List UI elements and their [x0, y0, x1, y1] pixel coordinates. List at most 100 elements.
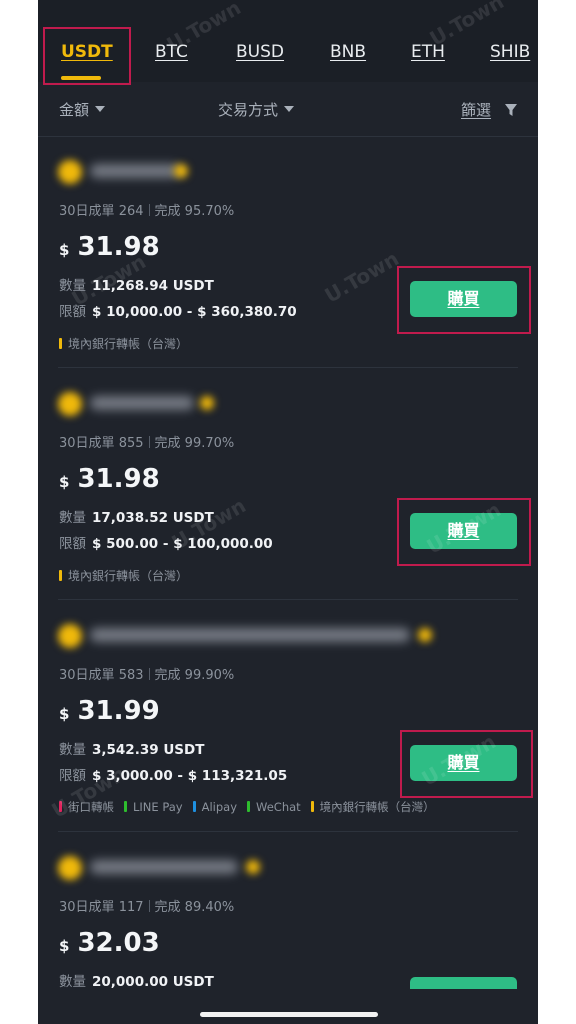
payment-method-label: 境內銀行轉帳（台灣）	[319, 800, 435, 814]
limit-value: $ 500.00 - $ 100,000.00	[92, 536, 273, 552]
merchant-avatar	[58, 160, 82, 184]
filter-button[interactable]: 篩選	[461, 99, 491, 120]
orders-label: 30日成單	[59, 204, 115, 219]
payment-method: WeChat	[247, 800, 301, 814]
offer-card: 30日成單 117 完成 89.40% $32.03 數量 20,000.00 US…	[38, 832, 538, 1024]
payment-method-label: LINE Pay	[133, 800, 183, 814]
price-value: 32.03	[77, 928, 160, 958]
limit-label: 限額	[59, 536, 86, 552]
payment-method-label: 街口轉帳	[68, 800, 114, 814]
verified-badge-icon	[418, 628, 432, 642]
caret-down-icon	[284, 106, 295, 112]
tab-shib[interactable]: SHIB	[490, 42, 530, 62]
stats-divider	[148, 436, 150, 448]
limit-value: $ 3,000.00 - $ 113,321.05	[92, 768, 288, 784]
merchant-avatar	[58, 624, 82, 648]
quantity-row: 數量 3,542.39 USDT	[59, 738, 204, 758]
limit-row: 限額 $ 500.00 - $ 100,000.00	[59, 532, 273, 552]
payment-color-bar	[124, 801, 127, 812]
quantity-value: 20,000.00 USDT	[92, 974, 214, 990]
orders-label: 30日成單	[59, 436, 115, 451]
completion-label: 完成	[154, 436, 181, 451]
payment-method-filter-label: 交易方式	[218, 101, 279, 119]
merchant-name-blurred	[90, 860, 238, 874]
highlight-box-buy	[397, 498, 531, 566]
payment-method-label: WeChat	[256, 800, 301, 814]
highlight-box-buy	[397, 266, 531, 334]
payment-methods: 境內銀行轉帳（台灣）	[59, 335, 198, 352]
completion-rate: 99.70%	[184, 436, 235, 451]
price: $31.98	[59, 232, 160, 262]
orders-label: 30日成單	[59, 668, 115, 683]
quantity-row: 數量 11,268.94 USDT	[59, 274, 214, 294]
completion-label: 完成	[154, 204, 181, 219]
highlight-box-buy	[400, 730, 533, 798]
payment-method: 境內銀行轉帳（台灣）	[59, 335, 188, 352]
payment-method: 境內銀行轉帳（台灣）	[59, 567, 188, 584]
stats-divider	[148, 204, 150, 216]
quantity-label: 數量	[59, 278, 86, 294]
payment-color-bar	[59, 801, 62, 812]
quantity-label: 數量	[59, 510, 86, 526]
orders-count: 264	[118, 204, 144, 219]
quantity-label: 數量	[59, 974, 86, 990]
payment-color-bar	[310, 801, 314, 812]
payment-method: 境內銀行轉帳（台灣）	[310, 799, 435, 815]
tab-btc[interactable]: BTC	[155, 42, 188, 62]
payment-method-label: Alipay	[201, 800, 238, 814]
currency-symbol: $	[59, 705, 70, 723]
funnel-icon[interactable]	[504, 103, 518, 117]
orders-count: 117	[118, 900, 144, 915]
payment-color-bar	[192, 801, 196, 812]
merchant-avatar	[58, 856, 82, 880]
payment-method-filter[interactable]: 交易方式	[218, 99, 295, 120]
limit-value: $ 10,000.00 - $ 360,380.70	[92, 304, 297, 320]
payment-method-label: 境內銀行轉帳（台灣）	[68, 337, 189, 351]
payment-methods: 境內銀行轉帳（台灣）	[59, 567, 198, 584]
completion-rate: 99.90%	[184, 668, 235, 683]
verified-badge-icon	[200, 396, 214, 410]
quantity-label: 數量	[59, 742, 86, 758]
completion-label: 完成	[154, 668, 181, 683]
quantity-row: 數量 17,038.52 USDT	[59, 506, 214, 526]
verified-badge-icon	[174, 164, 188, 178]
payment-methods: 街口轉帳 LINE Pay Alipay WeChat 境內銀行轉帳（台灣）	[59, 799, 445, 815]
completion-rate: 89.40%	[184, 900, 235, 915]
limit-row: 限額 $ 10,000.00 - $ 360,380.70	[59, 300, 297, 320]
limit-row: 限額 $ 3,000.00 - $ 113,321.05	[59, 764, 287, 784]
stats-divider	[148, 900, 150, 912]
tab-bnb[interactable]: BNB	[330, 42, 366, 62]
orders-count: 855	[118, 436, 144, 451]
payment-color-bar	[59, 570, 62, 581]
payment-color-bar	[247, 801, 251, 812]
price: $32.03	[59, 928, 160, 958]
payment-color-bar	[59, 338, 62, 349]
merchant-stats: 30日成單 264 完成 95.70%	[59, 200, 234, 219]
payment-method-label: 境內銀行轉帳（台灣）	[68, 569, 189, 583]
limit-label: 限額	[59, 304, 86, 320]
merchant-name-blurred	[90, 396, 194, 410]
home-indicator	[200, 1012, 378, 1017]
completion-label: 完成	[154, 900, 181, 915]
tab-busd[interactable]: BUSD	[236, 42, 284, 62]
quantity-value: 17,038.52 USDT	[92, 510, 214, 526]
verified-badge-icon	[246, 860, 260, 874]
p2p-market-screen: USDT BTC BUSD BNB ETH SHIB 金額 交易方式 篩選 30…	[38, 0, 538, 1024]
quantity-row: 數量 20,000.00 USDT	[59, 970, 214, 990]
quantity-value: 11,268.94 USDT	[92, 278, 214, 294]
currency-symbol: $	[59, 241, 70, 259]
currency-symbol: $	[59, 937, 70, 955]
caret-down-icon	[95, 106, 106, 112]
merchant-stats: 30日成單 117 完成 89.40%	[59, 896, 234, 915]
payment-method: LINE Pay	[124, 800, 183, 814]
amount-filter[interactable]: 金額	[59, 99, 106, 120]
amount-filter-label: 金額	[59, 101, 90, 119]
payment-method: Alipay	[192, 800, 238, 814]
completion-rate: 95.70%	[184, 204, 235, 219]
tab-eth[interactable]: ETH	[411, 42, 445, 62]
payment-method: 街口轉帳	[59, 799, 114, 815]
buy-button[interactable]	[410, 977, 517, 989]
highlight-box-usdt-tab	[43, 27, 131, 85]
merchant-avatar	[58, 392, 82, 416]
quantity-value: 3,542.39 USDT	[92, 742, 205, 758]
